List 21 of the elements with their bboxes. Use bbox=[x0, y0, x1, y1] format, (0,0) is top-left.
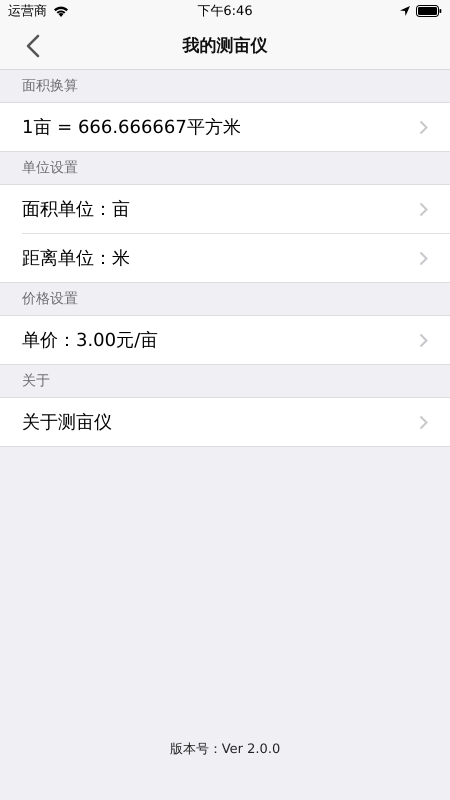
chevron-icon bbox=[419, 414, 428, 430]
section-header: 单位设置 bbox=[22, 159, 78, 177]
section-header: 价格设置 bbox=[22, 290, 78, 308]
location-arrow-icon bbox=[400, 6, 410, 16]
wifi-icon bbox=[53, 5, 69, 17]
chevron-icon bbox=[419, 202, 428, 216]
status-time: 下午6:46 bbox=[197, 3, 253, 20]
chevron-icon bbox=[419, 250, 428, 266]
carrier-name: 运营商 bbox=[8, 3, 47, 20]
settings-row[interactable]: 1亩 = 666.666667平方米 bbox=[0, 103, 450, 151]
section-header: 面积换算 bbox=[22, 77, 78, 95]
section-header: 关于 bbox=[22, 372, 50, 390]
battery-icon bbox=[416, 5, 442, 17]
settings-row[interactable]: 单价：3.00元/亩 bbox=[0, 316, 450, 364]
version-text: 版本号：Ver 2.0.0 bbox=[170, 742, 280, 757]
settings-row[interactable]: 面积单位：亩 bbox=[0, 185, 450, 233]
settings-row[interactable]: 距离单位：米 bbox=[22, 233, 450, 282]
chevron-icon bbox=[419, 120, 428, 134]
settings-row[interactable]: 关于测亩仪 bbox=[0, 398, 450, 446]
nav-title: 我的测亩仪 bbox=[182, 35, 268, 57]
chevron-icon bbox=[419, 332, 428, 348]
